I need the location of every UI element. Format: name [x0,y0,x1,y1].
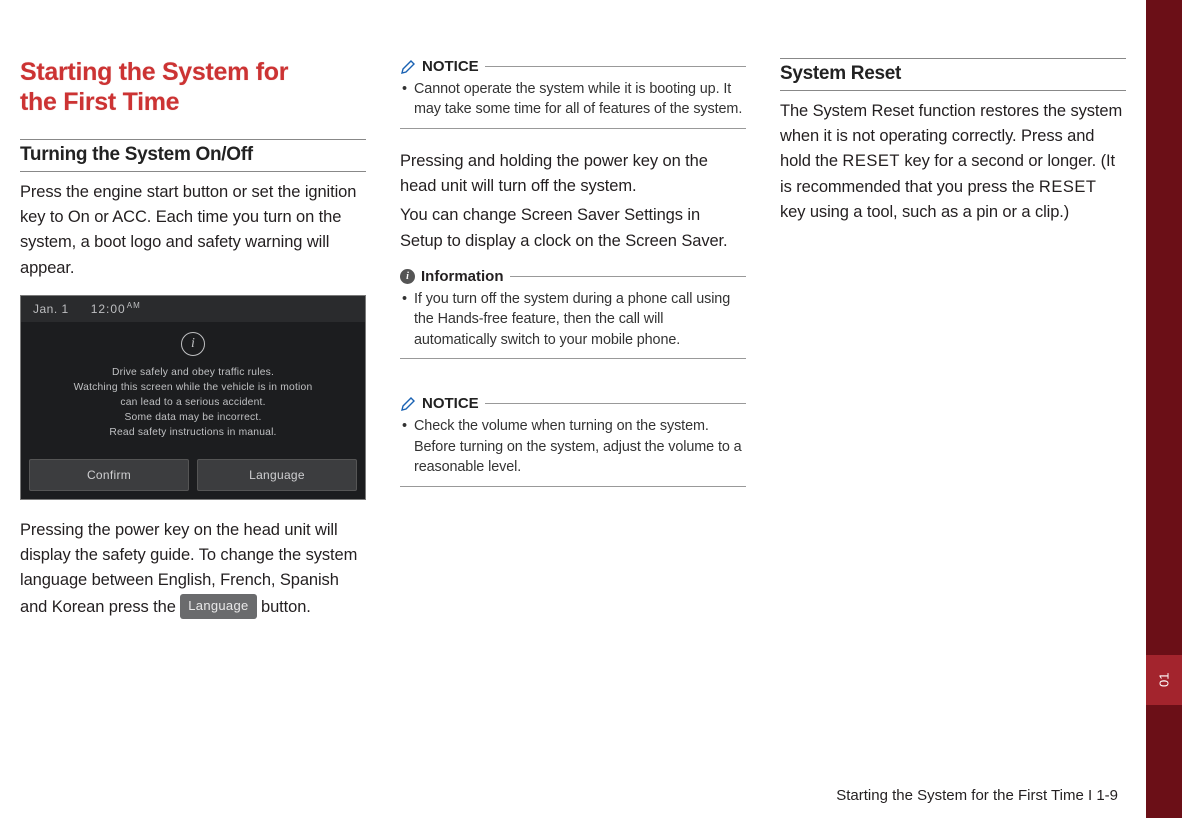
paragraph-poweroff: Pressing and holding the power key on th… [400,149,746,199]
pencil-icon [400,396,416,412]
notice-item: Cannot operate the system while it is bo… [400,79,746,120]
notice-item: Check the volume when turning on the sys… [400,416,746,477]
screenshot-msg-line: Some data may be incorrect. [21,411,365,426]
screenshot-confirm-button: Confirm [29,459,189,491]
chapter-tab: 01 [1146,655,1182,705]
paragraph-language: Pressing the power key on the head unit … [20,518,366,620]
notice-label: NOTICE [422,58,479,75]
section-heading-onoff: Turning the System On/Off [20,144,366,166]
boot-screenshot: Jan. 1 12:00AM i Drive safely and obey t… [20,295,366,500]
heading-rule [485,403,746,404]
heading-rule [510,276,747,277]
notice-heading: NOTICE [400,58,746,75]
information-item: If you turn off the system during a phon… [400,289,746,350]
pencil-icon [400,59,416,75]
language-button-inline: Language [180,594,256,619]
page-title-line1: Starting the System for [20,58,366,88]
notice-heading: NOTICE [400,395,746,412]
information-heading: i Information [400,268,746,285]
info-icon: i [400,269,415,284]
information-label: Information [421,268,504,285]
information-list: If you turn off the system during a phon… [400,289,746,350]
notice-list: Check the volume when turning on the sys… [400,416,746,477]
paragraph-screensaver: You can change Screen Saver Settings in … [400,203,746,253]
screenshot-msg-line: can lead to a serious accident. [21,396,365,411]
reset-key: RESET [842,152,900,170]
screenshot-statusbar: Jan. 1 12:00AM [21,296,365,322]
page-footer: Starting the System for the First Time I… [836,787,1118,804]
screenshot-msg-line: Watching this screen while the vehicle i… [21,381,365,396]
screenshot-time: 12:00AM [91,301,141,316]
page-title: Starting the System for the First Time [20,58,366,117]
page-columns: Starting the System for the First Time T… [0,0,1182,736]
screenshot-message: i Drive safely and obey traffic rules. W… [21,332,365,441]
heading-rule [485,66,746,67]
screenshot-language-button: Language [197,459,357,491]
screenshot-msg-line: Read safety instructions in manual. [21,426,365,441]
section-heading-wrap: System Reset [780,58,1126,91]
paragraph-reset: The System Reset function restores the s… [780,99,1126,225]
screenshot-date: Jan. 1 [33,302,69,316]
paragraph-onoff-intro: Press the engine start button or set the… [20,180,366,281]
page-title-line2: the First Time [20,88,366,118]
notice-list: Cannot operate the system while it is bo… [400,79,746,120]
section-heading-reset: System Reset [780,63,1126,85]
divider [400,358,746,359]
divider [400,486,746,487]
info-icon: i [181,332,205,356]
divider [400,128,746,129]
reset-key: RESET [1039,178,1097,196]
screenshot-buttons: Confirm Language [29,459,357,491]
notice-label: NOTICE [422,395,479,412]
screenshot-msg-line: Drive safely and obey traffic rules. [21,366,365,381]
section-heading-wrap: Turning the System On/Off [20,139,366,172]
